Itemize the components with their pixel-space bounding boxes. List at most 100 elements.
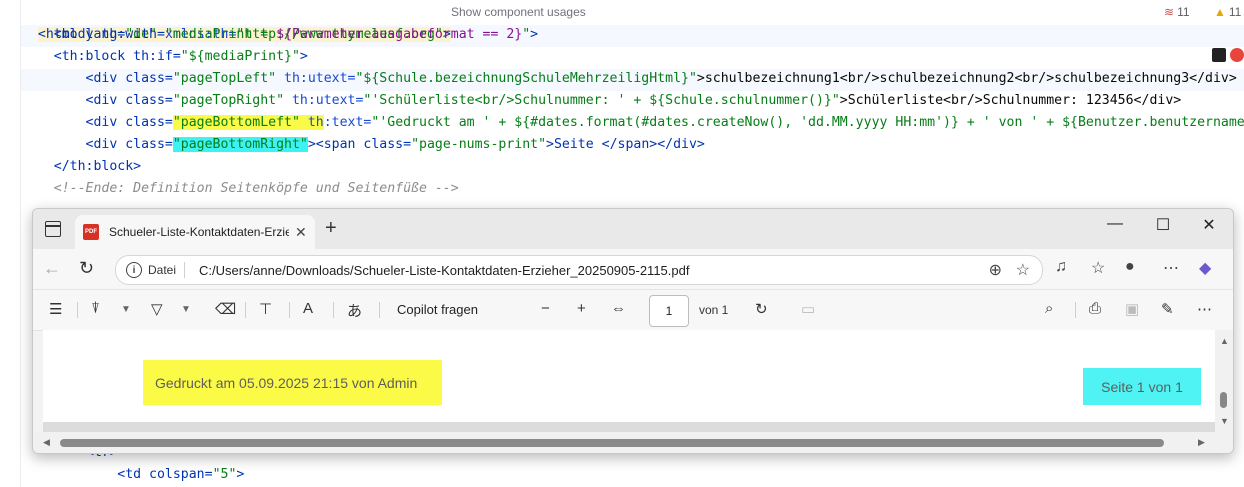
rotate-icon[interactable]: ↻ [755,300,768,318]
pdf-file-icon: PDF [83,224,99,240]
code-line-2[interactable]: <body th:with="mediaPrint = ${Parameter.… [22,24,538,46]
pdf-browser-window: PDF Schueler-Liste-Kontaktdaten-Erzieher… [32,208,1234,454]
save-as-icon[interactable]: ✎ [1161,300,1174,318]
code-line-9[interactable]: <!--Ende: Definition Seitenköpfe und Sei… [22,178,459,200]
inspection-warnings[interactable]: ▲ 11 [1214,5,1241,19]
sidebar-toggle-icon[interactable] [45,221,61,237]
tab-close-icon[interactable]: ✕ [295,224,307,241]
code-token: </th:block> [22,159,142,174]
tab-pdf[interactable]: PDF Schueler-Liste-Kontaktdaten-Erzieher… [75,215,315,249]
code-line-7[interactable]: <div class="pageBottomRight"><span class… [22,134,705,156]
scroll-thumb[interactable] [60,439,1164,447]
code-token: "'Gedruckt am ' + ${#dates.format(#dates… [371,115,1244,130]
divider [1075,302,1076,318]
favorites-icon[interactable]: ☆ [1091,258,1105,278]
address-bar[interactable]: i Datei C:/Users/anne/Downloads/Schueler… [115,255,1043,285]
code-token: <div class= [22,115,173,130]
window-close-icon[interactable]: ✕ [1189,215,1229,235]
profile-avatar-icon[interactable]: ● [1125,258,1135,276]
reload-icon[interactable]: ↻ [79,258,94,279]
search-icon[interactable]: ⌕ [1045,300,1053,317]
page-footer-left: Gedruckt am 05.09.2025 21:15 von Admin [143,360,442,405]
component-usages-hint[interactable]: Show component usages [451,5,586,19]
pdf-toolbar: ☰ ⍒ ▼ ▽ ▼ ⌫ ⊤ A あ Copilot fragen − + ⇔ 1… [33,289,1233,331]
translate-icon[interactable]: あ [347,300,362,321]
code-token: :text= [323,115,372,130]
warning-icon: ▲ [1214,5,1226,19]
code-token: >Seite </span></div> [546,137,705,152]
code-token: <td colspan= [85,467,213,482]
chevron-down-icon[interactable]: ▼ [121,304,131,315]
inspection-count: 11 [1177,5,1190,19]
tab-title: Schueler-Liste-Kontaktdaten-Erzieher_202… [109,225,289,239]
code-line-4[interactable]: <div class="pageTopLeft" th:utext="${Sch… [22,68,1237,90]
inspection-spelling[interactable]: ≋ 11 [1164,5,1190,19]
print-icon[interactable]: ⎙ [1089,300,1101,317]
scroll-up-icon[interactable]: ▲ [1220,336,1229,346]
page-gap [43,422,1215,432]
new-tab-icon[interactable]: + [325,217,337,240]
favorite-star-icon[interactable]: ☆ [1016,260,1030,280]
save-icon[interactable]: ▣ [1125,300,1139,318]
maximize-icon[interactable]: ☐ [1143,215,1183,235]
minimize-icon[interactable]: — [1095,215,1135,233]
code-token: <div class= [22,71,173,86]
scroll-thumb[interactable] [1220,392,1227,408]
code-token: " [522,27,531,42]
draw-icon[interactable]: ▽ [151,300,163,318]
zoom-icon[interactable]: ⊕ [989,260,1002,280]
text-box-icon[interactable]: ⊤ [259,300,272,318]
code-token: <div class= [22,137,173,152]
zoom-in-icon[interactable]: + [577,300,586,317]
scroll-down-icon[interactable]: ▼ [1220,416,1229,426]
jetbrains-icon[interactable] [1212,48,1226,62]
page-footer-right: Seite 1 von 1 [1083,368,1201,405]
read-aloud-icon[interactable]: A [303,300,313,317]
chrome-icon[interactable] [1230,48,1244,62]
contents-icon[interactable]: ☰ [49,300,62,318]
code-token: th [299,115,324,130]
code-line-5[interactable]: <div class="pageTopRight" th:utext="'Sch… [22,90,1182,112]
code-token: "mediaPrint = [164,27,277,42]
more-options-icon[interactable]: ⋯ [1197,300,1212,318]
page-number-input[interactable]: 1 [649,295,689,327]
divider [77,302,78,318]
code-token: <div class= [22,93,173,108]
code-token: "${Schule.bezeichnungSchuleMehrzeiligHtm… [355,71,697,86]
horizontal-scrollbar[interactable]: ◀ ▶ [33,432,1233,453]
code-line-8[interactable]: </th:block> [22,156,141,178]
code-token: ><span class= [307,137,412,152]
code-token: "'Schülerliste<br/>Schulnummer: ' + ${Sc… [363,93,840,108]
highlight-icon[interactable]: ⍒ [91,300,100,317]
chevron-down-icon[interactable]: ▼ [181,304,191,315]
code-token: th:utext= [276,71,356,86]
inspection-count: 11 [1228,5,1242,19]
code-line-3[interactable]: <th:block th:if="${mediaPrint}"> [22,46,308,68]
copilot-icon[interactable]: ◆ [1199,258,1211,278]
scroll-right-icon[interactable]: ▶ [1198,437,1205,448]
editor-gutter [0,0,21,487]
code-token-highlighted: "pageBottomLeft" [172,115,300,130]
zoom-out-icon[interactable]: − [541,300,550,317]
code-token: "pageTopLeft" [172,71,277,86]
fit-width-icon[interactable]: ⇔ [611,300,626,317]
code-line-11[interactable]: <td colspan="5"> [22,464,244,486]
code-token: "5" [212,467,237,482]
media-control-icon[interactable]: ♫ [1055,258,1067,276]
code-line-6[interactable]: <div class="pageBottomLeft" th:text="'Ge… [22,112,1244,134]
code-token: "pageTopRight" [172,93,285,108]
code-line-1[interactable]: <html lang="de" xmlns:th="http://www.thy… [22,2,451,42]
page-view-icon[interactable]: ▭ [801,300,815,318]
code-token-highlighted: "pageBottomRight" [172,137,308,152]
vertical-scrollbar[interactable]: ▲ ▼ [1215,330,1233,432]
more-menu-icon[interactable]: ⋯ [1163,258,1179,278]
tab-bar: PDF Schueler-Liste-Kontaktdaten-Erzieher… [33,209,1233,249]
copilot-ask-button[interactable]: Copilot fragen [397,302,478,317]
eraser-icon[interactable]: ⌫ [215,300,236,318]
code-token: "page-nums-print" [411,137,547,152]
address-scheme-label: Datei [148,263,177,277]
scroll-left-icon[interactable]: ◀ [43,437,50,448]
back-icon[interactable]: ← [43,258,61,279]
code-comment: <!--Ende: Definition Seitenköpfe und Sei… [22,181,459,196]
info-icon[interactable]: i [126,262,142,278]
